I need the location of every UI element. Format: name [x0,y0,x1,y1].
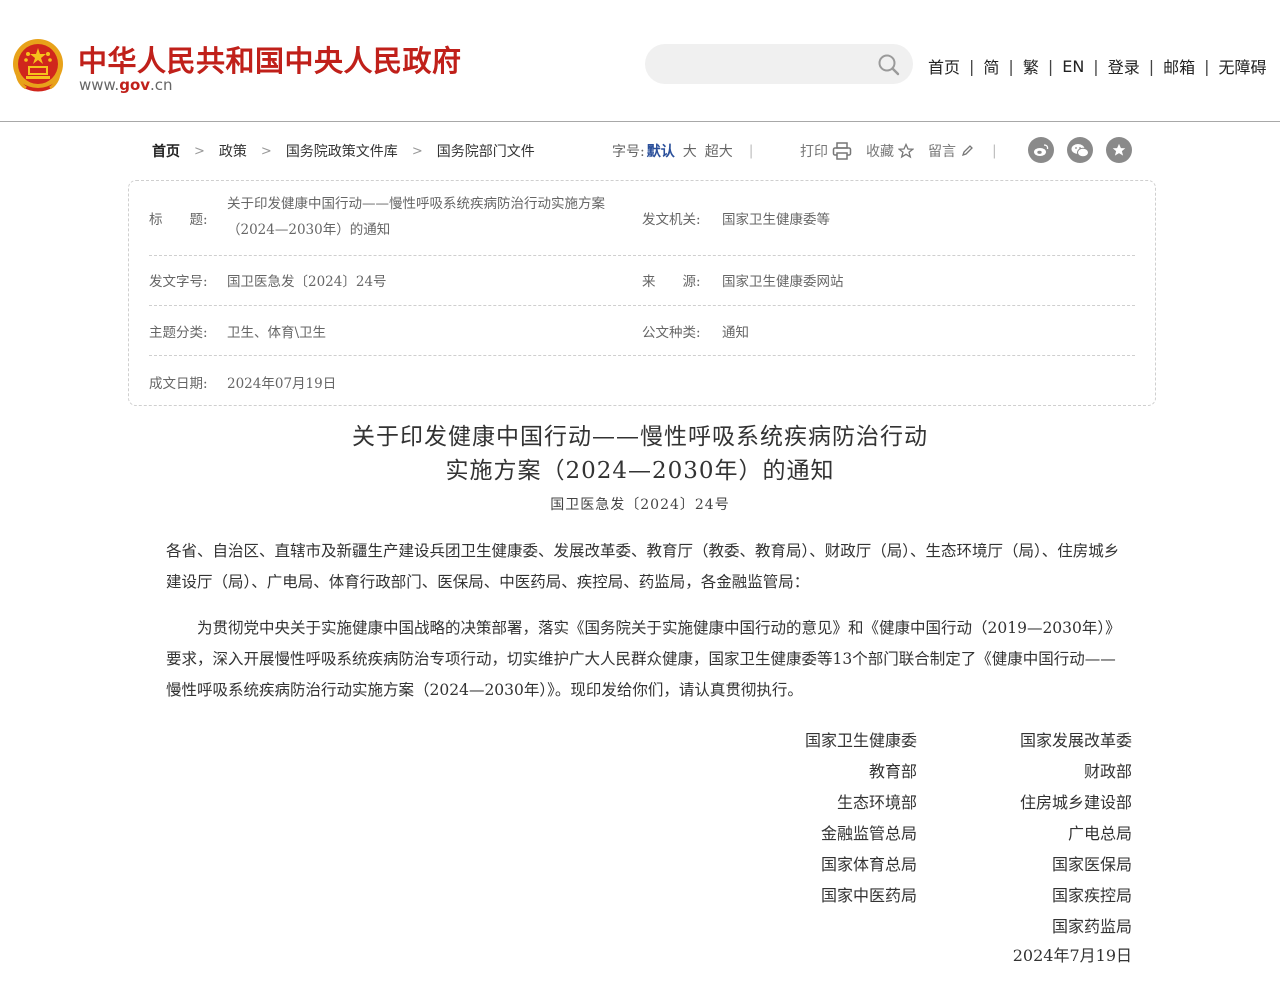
article-toolbar: 首页 > 政策 > 国务院政策文件库 > 国务院部门文件 字号: 默认 大 超大… [152,137,1142,163]
breadcrumb-separator: > [260,143,272,159]
top-nav: 首页 | 简 | 繁 | EN | 登录 | 邮箱 | 无障碍 [928,54,1267,78]
meta-issuer-value: 国家卫生健康委等 [722,212,830,228]
weibo-share-button[interactable] [1028,137,1054,163]
article-title-line2: 实施方案（2024—2030年）的通知 [445,458,835,484]
star-icon [898,143,914,159]
nav-mailbox[interactable]: 邮箱 [1163,54,1195,78]
comment-label: 留言 [928,144,956,160]
font-size-selector: 字号: 默认 大 超大 | [612,141,769,161]
nav-traditional[interactable]: 繁 [1023,54,1039,78]
breadcrumb: 首页 > 政策 > 国务院政策文件库 > 国务院部门文件 [152,141,535,161]
nav-separator: | [969,56,975,76]
signer: 国家疾控局 [1051,886,1132,905]
meta-docno-label: 发文字号: [149,274,208,290]
signer: 国家体育总局 [820,855,917,874]
print-button[interactable]: 打印 [800,141,852,161]
nav-separator: | [1093,56,1099,76]
signer: 生态环境部 [836,793,917,812]
meta-row-topic: 主题分类: 卫生、体育\卫生 公文种类: 通知 [149,306,1135,356]
font-size-default[interactable]: 默认 [647,141,675,161]
nav-accessibility[interactable]: 无障碍 [1219,54,1267,78]
meta-title-line2: （2024—2030年）的通知 [227,222,391,238]
meta-row-date: 成文日期: 2024年07月19日 [149,356,1135,406]
favorite-share-button[interactable] [1106,137,1132,163]
article-title: 关于印发健康中国行动——慢性呼吸系统疾病防治行动 实施方案（2024—2030年… [0,420,1280,488]
site-title[interactable]: 中华人民共和国中央人民政府 [78,38,462,80]
signer: 国家卫生健康委 [804,731,917,750]
share-buttons [1028,137,1145,163]
search-box [645,44,913,84]
meta-doctype-label: 公文种类: [642,325,701,341]
wechat-icon [1071,143,1089,157]
nav-separator: | [1204,56,1210,76]
wechat-share-button[interactable] [1067,137,1093,163]
meta-row-docno: 发文字号: 国卫医急发〔2024〕24号 来 源: 国家卫生健康委网站 [149,256,1135,306]
breadcrumb-separator: > [411,143,423,159]
meta-docno-value: 国卫医急发〔2024〕24号 [227,274,387,290]
signer: 教育部 [868,762,917,781]
meta-source-label: 来 源: [642,274,701,290]
meta-row-title: 标 题: 关于印发健康中国行动——慢性呼吸系统疾病防治行动实施方案 （2024—… [149,181,1135,256]
signature-date: 2024年7月19日 [1012,946,1132,965]
printer-icon [832,142,852,160]
site-url: www.gov.cn [79,76,173,94]
nav-separator: | [1148,56,1155,76]
meta-title-value: 关于印发健康中国行动——慢性呼吸系统疾病防治行动实施方案 （2024—2030年… [227,191,637,243]
comment-button[interactable]: 留言 [928,141,974,161]
signer: 财政部 [1083,762,1132,781]
weibo-icon [1034,144,1049,156]
divider: | [992,143,997,159]
nav-separator: | [1008,56,1014,76]
meta-title-line1: 关于印发健康中国行动——慢性呼吸系统疾病防治行动实施方案 [227,196,605,212]
nav-simplified[interactable]: 简 [983,54,999,78]
search-icon[interactable] [877,53,901,77]
nav-separator: | [1047,56,1054,76]
meta-doctype-value: 通知 [722,325,749,341]
search-input[interactable] [659,53,869,75]
favorite-star-icon [1112,143,1126,156]
nav-home[interactable]: 首页 [928,54,960,78]
signer: 国家药监局 [1051,917,1132,936]
signer: 国家中医药局 [820,886,917,905]
breadcrumb-separator: > [194,143,205,159]
meta-title-label: 标 题: [149,212,208,228]
breadcrumb-policy-library[interactable]: 国务院政策文件库 [286,141,398,161]
national-emblem-icon[interactable] [12,38,64,94]
article-actions: 打印 收藏 留言 | [800,141,1001,161]
meta-source-value: 国家卫生健康委网站 [722,274,844,290]
site-url-gov: gov [119,76,151,94]
meta-date-label: 成文日期: [149,376,208,392]
document-metadata-box: 标 题: 关于印发健康中国行动——慢性呼吸系统疾病防治行动实施方案 （2024—… [128,180,1156,406]
site-header: 中华人民共和国中央人民政府 www.gov.cn 首页 | 简 | 繁 | EN… [0,0,1280,122]
breadcrumb-home[interactable]: 首页 [152,141,180,161]
collect-label: 收藏 [866,144,894,160]
signer: 国家发展改革委 [1019,731,1132,750]
meta-issuer-label: 发文机关: [642,212,701,228]
meta-date-value: 2024年07月19日 [227,376,337,392]
site-url-post: .cn [150,76,173,94]
font-size-xlarge[interactable]: 超大 [705,141,733,161]
article-recipients: 各省、自治区、直辖市及新疆生产建设兵团卫生健康委、发展改革委、教育厅（教委、教育… [166,542,1120,591]
collect-button[interactable]: 收藏 [866,141,914,161]
font-size-label: 字号: [612,144,645,160]
font-size-large[interactable]: 大 [683,141,697,161]
meta-topic-label: 主题分类: [149,325,208,341]
article-title-line1: 关于印发健康中国行动——慢性呼吸系统疾病防治行动 [352,424,928,450]
signer: 广电总局 [1067,824,1132,843]
signer: 金融监管总局 [820,824,917,843]
pencil-icon [961,145,973,157]
breadcrumb-department-docs[interactable]: 国务院部门文件 [437,141,535,161]
signer: 住房城乡建设部 [1019,793,1132,812]
article-doc-number: 国卫医急发〔2024〕24号 [550,497,730,513]
signer: 国家医保局 [1051,855,1132,874]
print-label: 打印 [800,144,828,160]
site-url-pre: www. [79,76,120,94]
breadcrumb-policy[interactable]: 政策 [219,141,247,161]
divider: | [748,143,754,159]
nav-english[interactable]: EN [1062,57,1084,76]
nav-login[interactable]: 登录 [1108,54,1140,78]
article-body-paragraph: 为贯彻党中央关于实施健康中国战略的决策部署，落实《国务院关于实施健康中国行动的意… [166,619,1121,699]
meta-topic-value: 卫生、体育\卫生 [227,325,327,341]
